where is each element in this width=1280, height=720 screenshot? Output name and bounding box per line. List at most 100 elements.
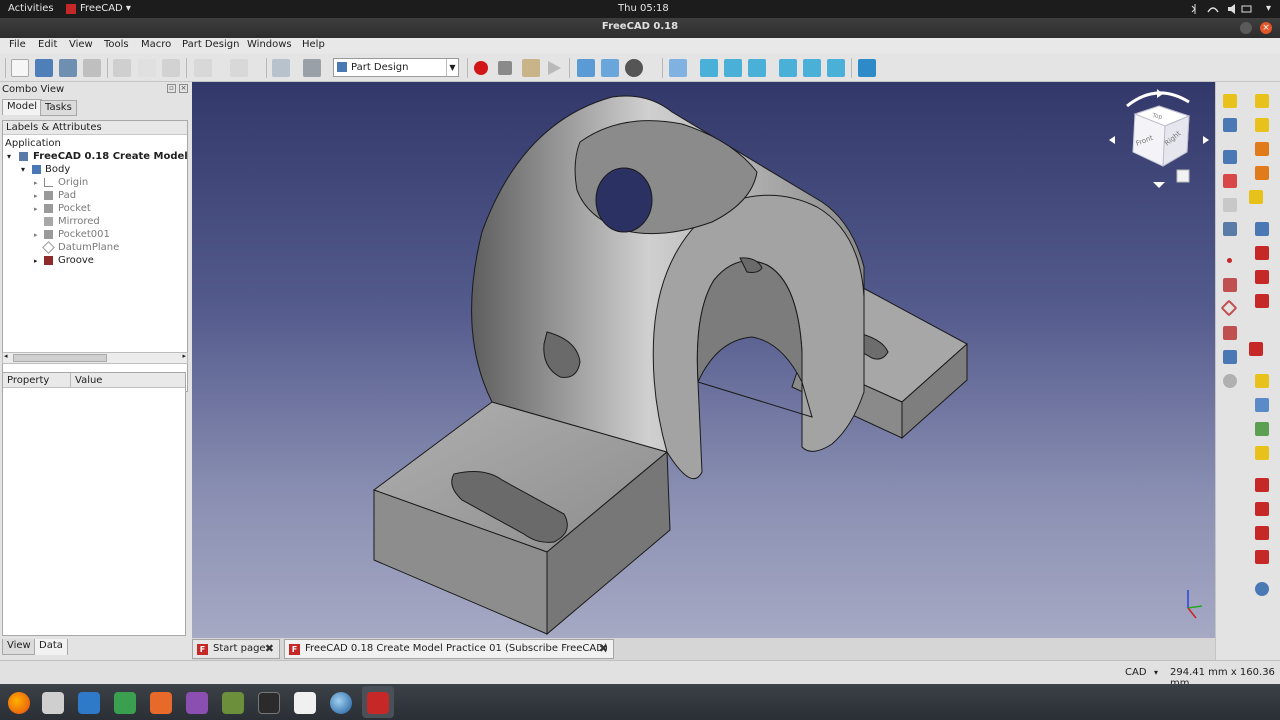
tree-item-pocket001[interactable]: ▸ Pocket001 [34,228,110,241]
right-view-icon[interactable] [748,59,766,77]
close-panel-button[interactable]: × [179,84,188,93]
boolean-icon[interactable] [1255,582,1269,596]
cut-icon[interactable] [113,59,131,77]
tree-item-pocket[interactable]: ▸ Pocket [34,202,91,215]
create-sketch-icon[interactable] [1223,118,1237,132]
scroll-left-icon[interactable]: ◂ [4,352,8,360]
map-sketch-icon[interactable] [1223,174,1237,188]
chevron-down-icon[interactable]: ▾ [1154,668,1158,677]
value-column-header[interactable]: Value [75,375,102,386]
navigation-style-selector[interactable]: CAD [1125,667,1147,678]
draft-icon[interactable] [1255,526,1269,540]
copy-icon[interactable] [138,59,156,77]
fit-all-icon[interactable] [577,59,595,77]
validate-sketch-icon[interactable] [1223,150,1237,164]
tree-item-pad[interactable]: ▸ Pad [34,189,76,202]
scrollbar-thumb[interactable] [13,354,107,362]
subtractive-primitive-icon[interactable] [1249,342,1263,356]
macro-stop-icon[interactable] [498,61,512,75]
macro-edit-icon[interactable] [522,59,540,77]
menu-macro[interactable]: Macro [141,39,171,50]
menu-tools[interactable]: Tools [104,39,129,50]
writer-icon[interactable] [78,692,100,714]
datum-plane-icon[interactable] [1220,299,1238,317]
app-menu[interactable]: FreeCAD ▾ [80,3,131,14]
float-panel-button[interactable]: ▫ [167,84,176,93]
create-body-icon[interactable] [1223,94,1237,108]
tray-menu-arrow[interactable]: ▾ [1266,3,1271,14]
expand-arrow-icon[interactable]: ▸ [34,231,38,239]
local-coordinate-system-icon[interactable] [1223,326,1237,340]
tree-item-groove[interactable]: ▸ Groove [34,254,94,267]
expand-arrow-icon[interactable]: ▸ [34,257,38,265]
measure-distance-icon[interactable] [858,59,876,77]
chamfer-icon[interactable] [1255,502,1269,516]
additive-pipe-icon[interactable] [1255,166,1269,180]
polar-pattern-icon[interactable] [1255,422,1269,436]
workbench-selector[interactable]: Part Design ▼ [333,58,459,77]
menu-part-design[interactable]: Part Design [182,39,239,50]
additive-primitive-icon[interactable] [1249,190,1263,204]
save-icon[interactable] [59,59,77,77]
datum-point-icon[interactable] [1227,258,1232,263]
top-view-icon[interactable] [724,59,742,77]
redo-icon[interactable] [230,59,248,77]
expand-arrow-icon[interactable]: ▾ [21,165,25,174]
additive-loft-icon[interactable] [1255,142,1269,156]
tab-start-page[interactable]: F Start page ✖ [192,639,280,659]
refresh-icon[interactable] [272,59,290,77]
menu-file[interactable]: File [9,39,26,50]
property-column-header[interactable]: Property [7,375,49,386]
activities-button[interactable]: Activities [8,3,54,14]
mirrored-icon[interactable] [1255,374,1269,388]
menu-help[interactable]: Help [302,39,325,50]
macro-run-icon[interactable] [545,59,563,77]
software-center-icon[interactable] [150,692,172,714]
subtractive-loft-icon[interactable] [1255,294,1269,308]
expand-arrow-icon[interactable]: ▸ [34,179,38,187]
front-view-icon[interactable] [700,59,718,77]
close-tab-icon[interactable]: ✖ [265,640,274,658]
view-section-icon[interactable] [1223,222,1237,236]
isometric-view-icon[interactable] [669,59,687,77]
rotate-left-icon[interactable] [1109,136,1115,144]
rotate-up-icon[interactable] [1157,89,1163,98]
expand-arrow-icon[interactable]: ▾ [7,152,11,161]
freecad-dock-icon[interactable] [367,692,389,714]
tree-item-body[interactable]: ▾ Body [21,163,70,176]
new-document-icon[interactable] [11,59,29,77]
fillet-icon[interactable] [1255,478,1269,492]
minimize-button[interactable] [1240,22,1252,34]
menu-windows[interactable]: Windows [247,39,292,50]
menu-view[interactable]: View [69,39,93,50]
macro-record-icon[interactable] [474,61,488,75]
rotate-down-icon[interactable] [1153,182,1165,188]
tab-model[interactable]: Model [2,99,43,115]
text-editor-icon[interactable] [294,692,316,714]
part-model[interactable] [192,82,1215,638]
rear-view-icon[interactable] [779,59,797,77]
shape-binder-icon[interactable] [1223,350,1237,364]
tree-item-origin[interactable]: ▸ Origin [34,176,88,189]
navcube-menu-icon[interactable] [1176,169,1190,183]
menu-edit[interactable]: Edit [38,39,57,50]
gimp-icon[interactable] [222,692,244,714]
clock[interactable]: Thu 05:18 [618,3,669,14]
reorient-sketch-icon[interactable] [1223,198,1237,212]
rotate-right-icon[interactable] [1203,136,1209,144]
calc-icon[interactable] [114,692,136,714]
clone-icon[interactable] [1223,374,1237,388]
media-player-icon[interactable] [186,692,208,714]
fit-selection-icon[interactable] [601,59,619,77]
undo-icon[interactable] [194,59,212,77]
bottom-view-icon[interactable] [803,59,821,77]
hole-icon[interactable] [1255,246,1269,260]
tree-document[interactable]: ▾ FreeCAD 0.18 Create Model Prac [7,150,187,163]
multitransform-icon[interactable] [1255,446,1269,460]
left-view-icon[interactable] [827,59,845,77]
close-window-button[interactable]: × [1260,22,1272,34]
3d-viewport[interactable]: Top Front Right [192,82,1215,638]
save-as-icon[interactable] [83,59,101,77]
revolution-icon[interactable] [1255,118,1269,132]
thickness-icon[interactable] [1255,550,1269,564]
